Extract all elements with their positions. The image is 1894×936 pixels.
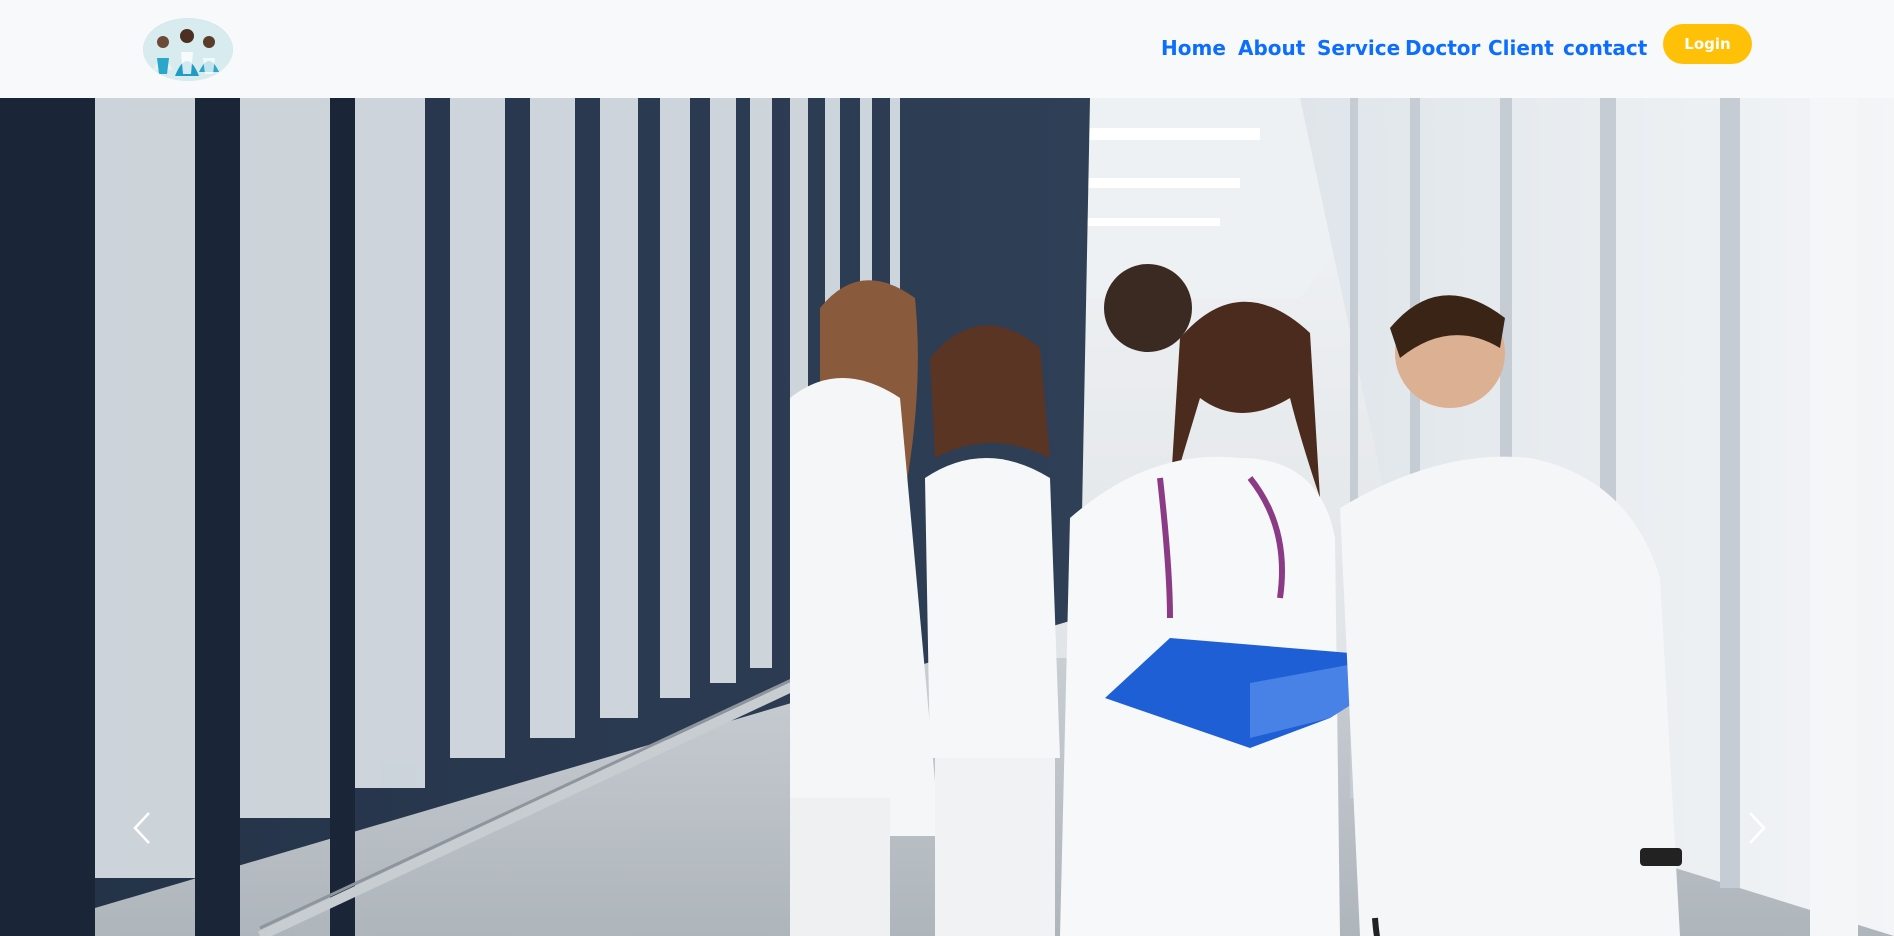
chevron-left-icon [133,812,150,844]
nav-doctor-link[interactable]: Doctor [1405,36,1480,60]
hero-carousel [0,98,1894,936]
doctors-logo-icon[interactable] [143,18,233,81]
nav-about-link[interactable]: About [1238,36,1305,60]
chevron-right-icon [1749,812,1766,844]
hero-image [0,98,1894,936]
login-button[interactable]: Login [1663,24,1752,64]
navbar: Home About Service Doctor Client contact… [0,0,1894,98]
carousel-next-button[interactable] [1737,798,1777,858]
nav-home-link[interactable]: Home [1161,36,1226,60]
nav-service-link[interactable]: Service [1317,36,1400,60]
nav-client-link[interactable]: Client [1488,36,1554,60]
carousel-prev-button[interactable] [122,798,162,858]
nav-contact-link[interactable]: contact [1563,36,1647,60]
